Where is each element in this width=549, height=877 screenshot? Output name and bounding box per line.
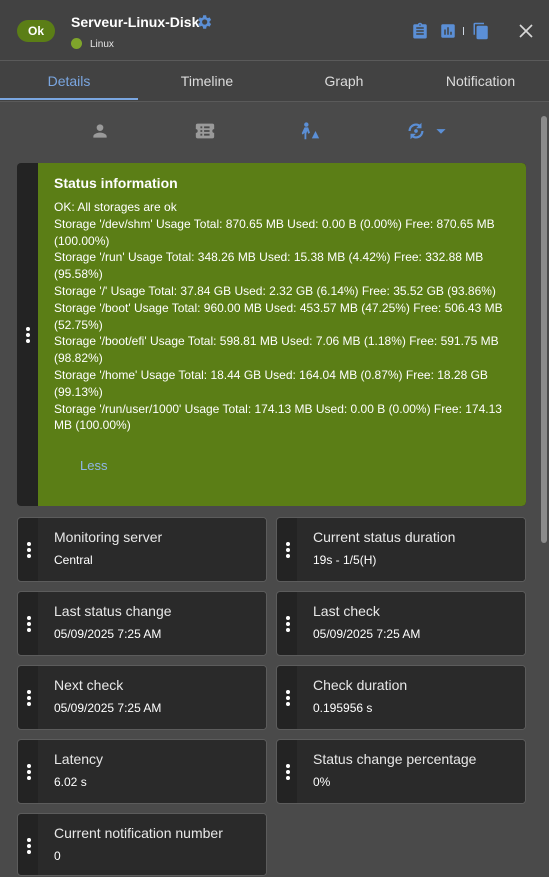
detail-label: Last check bbox=[313, 603, 380, 619]
chevron-down-icon[interactable] bbox=[435, 120, 447, 142]
gear-icon[interactable] bbox=[195, 13, 213, 31]
status-line: Storage '/run' Usage Total: 348.26 MB Us… bbox=[54, 250, 484, 282]
parent-status-dot bbox=[71, 38, 82, 49]
detail-value: 6.02 s bbox=[54, 775, 87, 789]
detail-card-body: Current status duration 19s - 1/5(H) bbox=[297, 518, 525, 581]
status-line: OK: All storages are ok bbox=[54, 200, 177, 214]
copy-icon[interactable] bbox=[472, 22, 490, 40]
detail-card: Latency 6.02 s bbox=[17, 739, 267, 804]
detail-card: Check duration 0.195956 s bbox=[276, 665, 526, 730]
detail-value: 05/09/2025 7:25 AM bbox=[54, 627, 162, 641]
detail-value: 0% bbox=[313, 775, 331, 789]
drag-handle-icon[interactable] bbox=[18, 740, 39, 803]
toolbar-separator bbox=[463, 27, 464, 35]
less-button[interactable]: Less bbox=[80, 458, 107, 473]
drag-handle-icon[interactable] bbox=[277, 592, 298, 655]
status-information-card: Status information OK: All storages are … bbox=[17, 163, 526, 506]
drag-handle-icon[interactable] bbox=[18, 592, 39, 655]
detail-value: 19s - 1/5(H) bbox=[313, 553, 377, 567]
status-information-body: Status information OK: All storages are … bbox=[38, 163, 526, 506]
status-line: Storage '/boot/efi' Usage Total: 598.81 … bbox=[54, 334, 499, 366]
drag-handle-icon[interactable] bbox=[18, 518, 39, 581]
detail-label: Status change percentage bbox=[313, 751, 477, 767]
parent-host-link[interactable]: Linux bbox=[90, 39, 114, 50]
drag-handle-icon[interactable] bbox=[18, 666, 39, 729]
detail-value: Central bbox=[54, 553, 93, 567]
detail-card: Monitoring server Central bbox=[17, 517, 267, 582]
tab-bar: Details Timeline Graph Notification bbox=[0, 61, 549, 102]
detail-label: Current notification number bbox=[54, 825, 223, 841]
drag-handle-icon[interactable] bbox=[277, 666, 298, 729]
detail-card-body: Status change percentage 0% bbox=[297, 740, 525, 803]
status-line: Storage '/dev/shm' Usage Total: 870.65 M… bbox=[54, 216, 495, 248]
panel-header: Ok Serveur-Linux-Disk Linux bbox=[0, 0, 549, 61]
clipboard-icon[interactable] bbox=[411, 22, 429, 40]
detail-card: Status change percentage 0% bbox=[276, 739, 526, 804]
status-line: Storage '/run/user/1000' Usage Total: 17… bbox=[54, 401, 502, 433]
detail-value: 05/09/2025 7:25 AM bbox=[54, 701, 162, 715]
status-line: Storage '/boot' Usage Total: 960.00 MB U… bbox=[54, 300, 503, 332]
detail-card: Current notification number 0 bbox=[17, 813, 267, 876]
detail-label: Monitoring server bbox=[54, 529, 163, 545]
detail-value: 0.195956 s bbox=[313, 701, 373, 715]
status-badge: Ok bbox=[17, 20, 55, 42]
detail-card: Next check 05/09/2025 7:25 AM bbox=[17, 665, 267, 730]
tab-details[interactable]: Details bbox=[0, 61, 138, 101]
detail-label: Last status change bbox=[54, 603, 172, 619]
user-icon[interactable] bbox=[90, 120, 110, 142]
drag-handle-icon[interactable] bbox=[277, 740, 298, 803]
detail-card-body: Next check 05/09/2025 7:25 AM bbox=[38, 666, 266, 729]
detail-card: Current status duration 19s - 1/5(H) bbox=[276, 517, 526, 582]
acknowledge-icon[interactable] bbox=[299, 120, 321, 142]
refresh-icon[interactable] bbox=[404, 120, 428, 142]
chart-icon[interactable] bbox=[439, 22, 457, 40]
status-line: Storage '/' Usage Total: 37.84 GB Used: … bbox=[54, 283, 496, 298]
detail-value: 0 bbox=[54, 849, 61, 863]
tab-timeline[interactable]: Timeline bbox=[138, 61, 276, 101]
ticket-icon[interactable] bbox=[194, 120, 216, 142]
detail-card-body: Check duration 0.195956 s bbox=[297, 666, 525, 729]
active-tab-indicator bbox=[0, 98, 138, 100]
tab-graph[interactable]: Graph bbox=[276, 61, 412, 101]
drag-handle-icon[interactable] bbox=[18, 814, 39, 877]
status-output: OK: All storages are ok Storage '/dev/sh… bbox=[54, 199, 506, 434]
detail-label: Latency bbox=[54, 751, 104, 767]
resource-title[interactable]: Serveur-Linux-Disk bbox=[71, 14, 199, 30]
detail-card-body: Last check 05/09/2025 7:25 AM bbox=[297, 592, 525, 655]
detail-label: Current status duration bbox=[313, 529, 456, 545]
scrollbar-thumb[interactable] bbox=[541, 116, 547, 543]
detail-label: Next check bbox=[54, 677, 124, 693]
status-line: Storage '/home' Usage Total: 18.44 GB Us… bbox=[54, 367, 488, 399]
tab-notification[interactable]: Notification bbox=[412, 61, 549, 101]
close-icon[interactable] bbox=[517, 22, 535, 40]
detail-card: Last status change 05/09/2025 7:25 AM bbox=[17, 591, 267, 656]
detail-value: 05/09/2025 7:25 AM bbox=[313, 627, 421, 641]
detail-card: Last check 05/09/2025 7:25 AM bbox=[276, 591, 526, 656]
drag-handle-icon[interactable] bbox=[277, 518, 298, 581]
detail-card-body: Last status change 05/09/2025 7:25 AM bbox=[38, 592, 266, 655]
detail-card-body: Current notification number 0 bbox=[38, 814, 266, 875]
drag-handle-icon[interactable] bbox=[17, 163, 38, 506]
detail-label: Check duration bbox=[313, 677, 408, 693]
detail-card-body: Monitoring server Central bbox=[38, 518, 266, 581]
status-information-title: Status information bbox=[54, 175, 178, 191]
detail-card-body: Latency 6.02 s bbox=[38, 740, 266, 803]
